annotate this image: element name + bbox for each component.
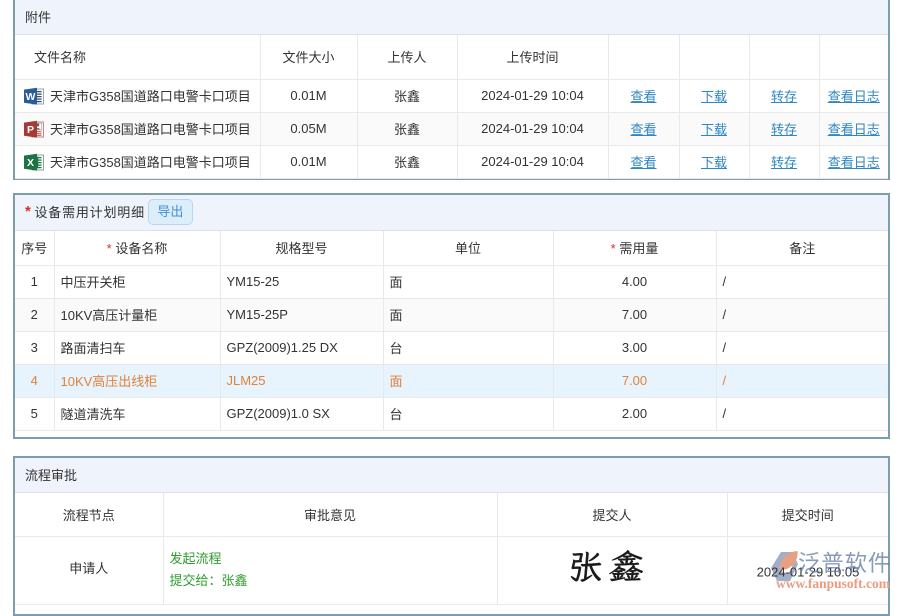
svg-text:W: W xyxy=(26,91,36,103)
svg-text:X: X xyxy=(27,157,34,169)
svg-text:P: P xyxy=(27,124,34,136)
